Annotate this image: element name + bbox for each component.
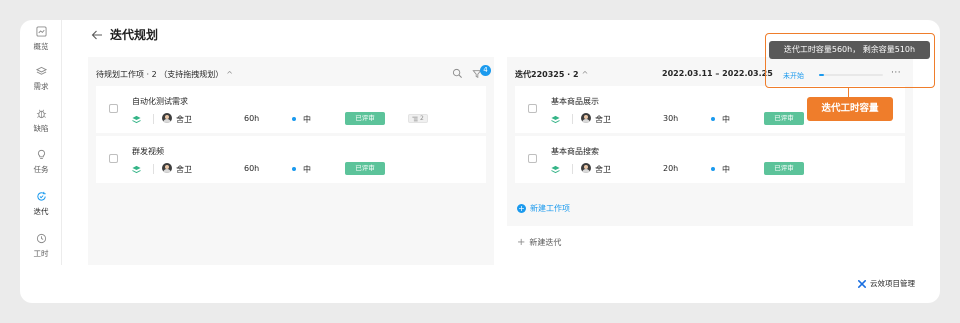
item-status-badge[interactable]: 已评审	[345, 162, 385, 175]
avatar	[162, 113, 172, 123]
backlog-title: 待规划工作项 · 2 （支持拖拽规划）	[96, 70, 224, 79]
item-status-badge[interactable]: 已评审	[764, 112, 804, 125]
sidebar-item-label: 需求	[33, 82, 49, 91]
yunxiao-logo-icon	[858, 279, 866, 288]
sidebar-item-label: 迭代	[33, 207, 49, 216]
backlog-panel: 待规划工作项 · 2 （支持拖拽规划） ^ 4 自动化测试需求 舍卫 60h 中 …	[88, 57, 494, 265]
annotation-callout: 迭代工时容量	[807, 97, 893, 121]
chevron-up-icon: ^	[581, 70, 589, 79]
requirement-type-icon	[132, 115, 141, 124]
sidebar-item-timelog[interactable]: 工时	[20, 233, 62, 269]
subtask-list-icon	[412, 116, 418, 121]
item-assignee[interactable]: 舍卫	[595, 164, 611, 175]
sidebar-item-label: 工时	[33, 249, 49, 258]
divider	[572, 164, 573, 174]
plus-icon: +	[517, 237, 526, 248]
page-title: 迭代规划	[110, 28, 159, 42]
item-hours[interactable]: 60h	[244, 164, 259, 173]
sidebar-item-iterations[interactable]: 迭代	[20, 191, 62, 227]
item-checkbox[interactable]	[528, 104, 537, 113]
layers-icon	[35, 66, 47, 75]
item-title[interactable]: 群发视频	[132, 146, 164, 157]
sidebar-item-label: 缺陷	[33, 124, 49, 133]
divider	[153, 164, 154, 174]
requirement-type-icon	[551, 115, 560, 124]
divider	[153, 114, 154, 124]
priority-dot-icon	[711, 117, 715, 121]
avatar	[581, 113, 591, 123]
item-assignee[interactable]: 舍卫	[595, 114, 611, 125]
sidebar-item-requirements[interactable]: 需求	[20, 66, 62, 102]
item-priority[interactable]: 中	[722, 114, 730, 125]
divider	[572, 114, 573, 124]
item-title[interactable]: 基本商品展示	[551, 96, 599, 107]
sprint-dates[interactable]: 2022.03.11 – 2022.03.25	[662, 69, 773, 78]
overview-icon	[35, 26, 47, 37]
item-assignee[interactable]: 舍卫	[176, 164, 192, 175]
lightbulb-icon	[37, 149, 45, 159]
sidebar-item-tasks[interactable]: 任务	[20, 149, 62, 185]
avatar	[162, 163, 172, 173]
new-sprint-label: 新建迭代	[529, 238, 562, 247]
item-priority[interactable]: 中	[303, 164, 311, 175]
chevron-up-icon: ^	[226, 70, 233, 79]
backlog-item-card[interactable]: 群发视频 舍卫 60h 中 已评审	[96, 136, 486, 183]
item-checkbox[interactable]	[109, 104, 118, 113]
capacity-tooltip: 迭代工时容量560h， 剩余容量510h	[769, 41, 930, 59]
sidebar-item-overview[interactable]: 概览	[20, 26, 62, 62]
sidebar-item-label: 任务	[33, 165, 49, 174]
subtask-count[interactable]: 2	[408, 114, 428, 123]
brand-logo: 云效项目管理	[858, 278, 915, 289]
item-hours[interactable]: 30h	[663, 114, 678, 123]
backlog-item-card[interactable]: 自动化测试需求 舍卫 60h 中 已评审 2	[96, 86, 486, 133]
item-checkbox[interactable]	[109, 154, 118, 163]
iteration-icon	[36, 191, 46, 201]
item-status-badge[interactable]: 已评审	[764, 162, 804, 175]
sidebar: 概览 需求 缺陷 任务 迭代 工时	[20, 20, 62, 265]
new-sprint-button[interactable]: + 新建迭代	[517, 237, 561, 248]
priority-dot-icon	[292, 117, 296, 121]
new-work-item-label: 新建工作项	[530, 204, 570, 213]
sidebar-item-defects[interactable]: 缺陷	[20, 108, 62, 144]
item-priority[interactable]: 中	[303, 114, 311, 125]
plus-circle-icon: +	[517, 204, 526, 213]
item-title[interactable]: 自动化测试需求	[132, 96, 188, 107]
clock-icon	[36, 233, 46, 244]
new-work-item-button[interactable]: + 新建工作项	[517, 203, 570, 214]
item-checkbox[interactable]	[528, 154, 537, 163]
backlog-header[interactable]: 待规划工作项 · 2 （支持拖拽规划） ^	[96, 69, 233, 80]
avatar	[581, 163, 591, 173]
back-arrow-icon[interactable]	[90, 28, 104, 42]
item-priority[interactable]: 中	[722, 164, 730, 175]
sprint-header[interactable]: 迭代220325 · 2 ^	[515, 69, 588, 80]
subtask-count-value: 2	[420, 114, 424, 122]
brand-name: 云效项目管理	[870, 279, 915, 288]
item-hours[interactable]: 20h	[663, 164, 678, 173]
item-status-badge[interactable]: 已评审	[345, 112, 385, 125]
item-title[interactable]: 基本商品搜索	[551, 146, 599, 157]
requirement-type-icon	[132, 165, 141, 174]
search-icon[interactable]	[452, 68, 463, 79]
sprint-item-card[interactable]: 基本商品搜索 舍卫 20h 中 已评审	[515, 136, 905, 183]
item-hours[interactable]: 60h	[244, 114, 259, 123]
priority-dot-icon	[292, 167, 296, 171]
item-assignee[interactable]: 舍卫	[176, 114, 192, 125]
sidebar-item-label: 概览	[33, 42, 49, 51]
filter-count-badge: 4	[480, 65, 491, 76]
bug-icon	[36, 109, 46, 119]
priority-dot-icon	[711, 167, 715, 171]
sprint-name: 迭代220325 · 2	[515, 70, 579, 79]
requirement-type-icon	[551, 165, 560, 174]
